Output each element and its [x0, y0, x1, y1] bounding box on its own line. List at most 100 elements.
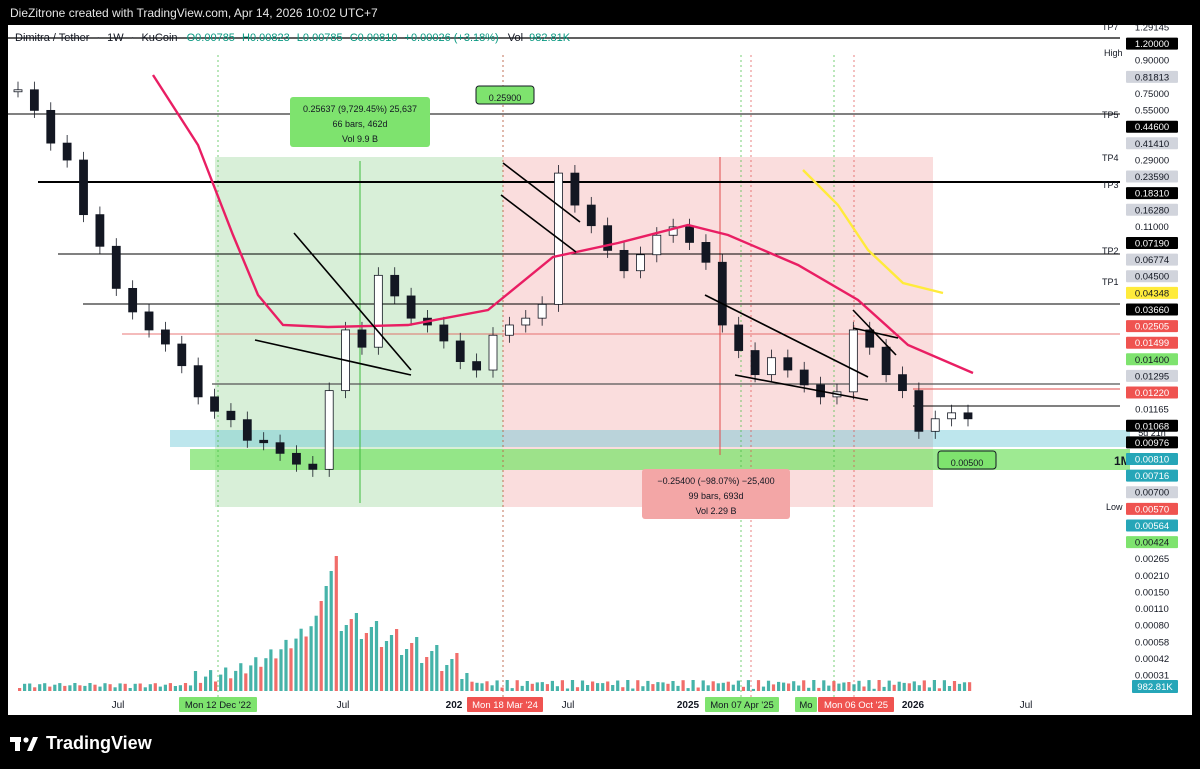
volume-bar — [575, 687, 580, 691]
volume-bar — [339, 631, 343, 691]
volume-bar — [560, 680, 564, 691]
price-tick: 0.00564 — [1135, 521, 1169, 532]
volume-bar — [148, 684, 152, 691]
candle-body — [504, 324, 514, 336]
volume-bar — [289, 648, 293, 691]
volume-bar — [143, 687, 147, 691]
time-tick: Jul — [337, 700, 350, 711]
volume-bar — [440, 671, 444, 691]
price-tick: 0.00265 — [1135, 554, 1169, 565]
volume-bar — [968, 682, 972, 691]
exchange-label: KuCoin — [141, 32, 177, 44]
price-tick: 0.00080 — [1135, 621, 1169, 632]
volume-bar — [369, 627, 373, 691]
price-tick: 0.06774 — [1135, 255, 1169, 266]
volume-bar — [596, 683, 600, 691]
price-tick: 0.00570 — [1135, 504, 1169, 515]
candle-body — [898, 374, 907, 392]
volume-bar — [435, 645, 439, 691]
volume-bar — [771, 684, 776, 691]
volume-bar — [425, 657, 429, 691]
volume-bar — [500, 687, 504, 691]
price-tick: 0.00700 — [1135, 488, 1169, 499]
candle-body — [455, 340, 465, 362]
volume-bar — [932, 680, 936, 691]
volume-bar — [113, 687, 117, 691]
volume-bar — [314, 615, 318, 691]
price-chart[interactable]: 0.25637 (9,729.45%) 25,637 66 bars, 462d V… — [8, 25, 1192, 715]
volume-bar — [721, 682, 725, 691]
ath-flag: 0.25900 — [475, 85, 535, 105]
price-tick: 0.01295 — [1135, 371, 1169, 382]
volume-bar — [686, 688, 690, 691]
candle-body — [324, 390, 334, 470]
candle-body — [144, 311, 154, 331]
volume-bar — [118, 683, 122, 691]
candle-body — [357, 329, 367, 348]
time-tick: 2026 — [902, 700, 925, 711]
volume-bar — [133, 683, 137, 691]
volume-bar — [259, 666, 263, 691]
volume-bar — [470, 681, 474, 691]
volume-bar — [847, 682, 851, 691]
volume-bar — [460, 679, 464, 691]
long-stats-label-line-0: 0.25637 (9,729.45%) 25,637 — [303, 104, 417, 114]
volume-bar — [621, 687, 625, 691]
volume-bar — [480, 683, 484, 691]
price-tick: 0.90000 — [1135, 56, 1169, 67]
volume-bar — [862, 686, 866, 691]
volume-bar — [183, 683, 188, 691]
volume-bar — [83, 685, 87, 691]
volume-bar — [832, 681, 836, 691]
price-tick: 0.07190 — [1135, 239, 1169, 250]
ohlc-low: L0.00785 — [297, 32, 343, 44]
short-stats-label-line-0: −0.25400 (−98.07%) −25,400 — [657, 476, 774, 486]
volume-bar — [606, 681, 610, 691]
volume-bar — [430, 651, 434, 691]
long-stats-label: 0.25637 (9,729.45%) 25,637 66 bars, 462d V… — [290, 97, 430, 147]
volume-bar — [214, 681, 218, 691]
volume-bar — [299, 628, 303, 691]
volume-bar — [570, 680, 575, 691]
volume-bar — [239, 663, 243, 691]
candle-body — [750, 350, 760, 376]
volume-bar — [701, 680, 705, 691]
volume-bar — [128, 688, 132, 691]
candle-body — [128, 287, 138, 313]
candle-body — [652, 234, 662, 256]
candle-body — [390, 274, 400, 297]
price-tick: 0.03660 — [1135, 305, 1169, 316]
price-tick: 0.41410 — [1135, 139, 1169, 150]
volume-bar — [138, 683, 142, 691]
volume-bar — [586, 685, 590, 691]
volume-bar — [58, 683, 62, 691]
volume-bar — [349, 619, 353, 691]
candle-body — [226, 410, 236, 421]
candle-body — [963, 412, 973, 420]
volume-bar — [73, 683, 77, 691]
candle-body — [259, 439, 269, 444]
candle-body — [570, 172, 580, 206]
candle-body — [488, 334, 498, 371]
volume-bar — [510, 688, 514, 691]
volume-bar — [651, 684, 655, 691]
tradingview-brand[interactable]: TradingView — [10, 733, 152, 754]
candle-body — [210, 396, 219, 412]
volume-bar — [344, 625, 348, 691]
volume-bar — [550, 680, 554, 691]
volume-bar — [48, 686, 52, 691]
volume-bar — [173, 686, 177, 691]
volume-bar — [334, 556, 338, 691]
volume-bar — [711, 681, 715, 691]
volume-bar — [726, 681, 730, 691]
volume-bar — [515, 680, 519, 691]
volume-bar — [892, 684, 896, 691]
volume-bar — [530, 683, 534, 691]
candle-body — [275, 442, 285, 454]
vol-label: Vol — [508, 32, 523, 44]
volume-bar — [666, 683, 670, 691]
volume-bar — [103, 683, 107, 691]
volume-bar — [656, 682, 660, 691]
price-tick: 0.01165 — [1135, 405, 1169, 416]
candle-body — [79, 159, 88, 216]
